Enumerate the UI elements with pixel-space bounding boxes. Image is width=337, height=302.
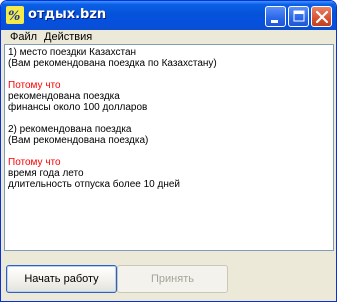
output-lines: 1) место поездки Казахстан (Вам рекомендо… — [8, 47, 330, 190]
output-line: 1) место поездки Казахстан — [8, 47, 137, 58]
output-line: рекомендована поездка — [8, 91, 120, 102]
output-textarea[interactable]: 1) место поездки Казахстан (Вам рекомендо… — [4, 44, 334, 251]
menu-actions[interactable]: Действия — [42, 30, 94, 45]
reason-heading: Потому что — [8, 157, 61, 168]
maximize-button[interactable] — [288, 6, 309, 27]
accept-button[interactable]: Принять — [117, 265, 228, 293]
start-work-button[interactable]: Начать работу — [6, 265, 117, 293]
close-icon — [315, 10, 329, 24]
close-button[interactable] — [311, 6, 332, 27]
output-line: (Вам рекомендована поездка) — [8, 135, 149, 146]
menu-file[interactable]: Файл — [8, 30, 39, 45]
app-window: % отдых.bzn Файл Действия 1) место поезд… — [0, 0, 337, 302]
app-icon: % — [6, 6, 24, 24]
window-title: отдых.bzn — [28, 7, 107, 22]
menu-bar: Файл Действия — [2, 30, 336, 45]
minimize-button[interactable] — [265, 6, 286, 27]
reason-heading: Потому что — [8, 80, 61, 91]
output-line: время года лето — [8, 168, 84, 179]
output-line: (Вам рекомендована поездка по Казахстану… — [8, 58, 217, 69]
maximize-icon — [293, 10, 305, 22]
output-line: 2) рекомендована поездка — [8, 124, 132, 135]
output-line: длительность отпуска более 10 дней — [8, 179, 181, 190]
svg-text:%: % — [8, 9, 20, 24]
title-bar[interactable]: % отдых.bzn — [1, 1, 336, 30]
output-line: финансы около 100 долларов — [8, 102, 148, 113]
minimize-icon — [271, 20, 278, 23]
